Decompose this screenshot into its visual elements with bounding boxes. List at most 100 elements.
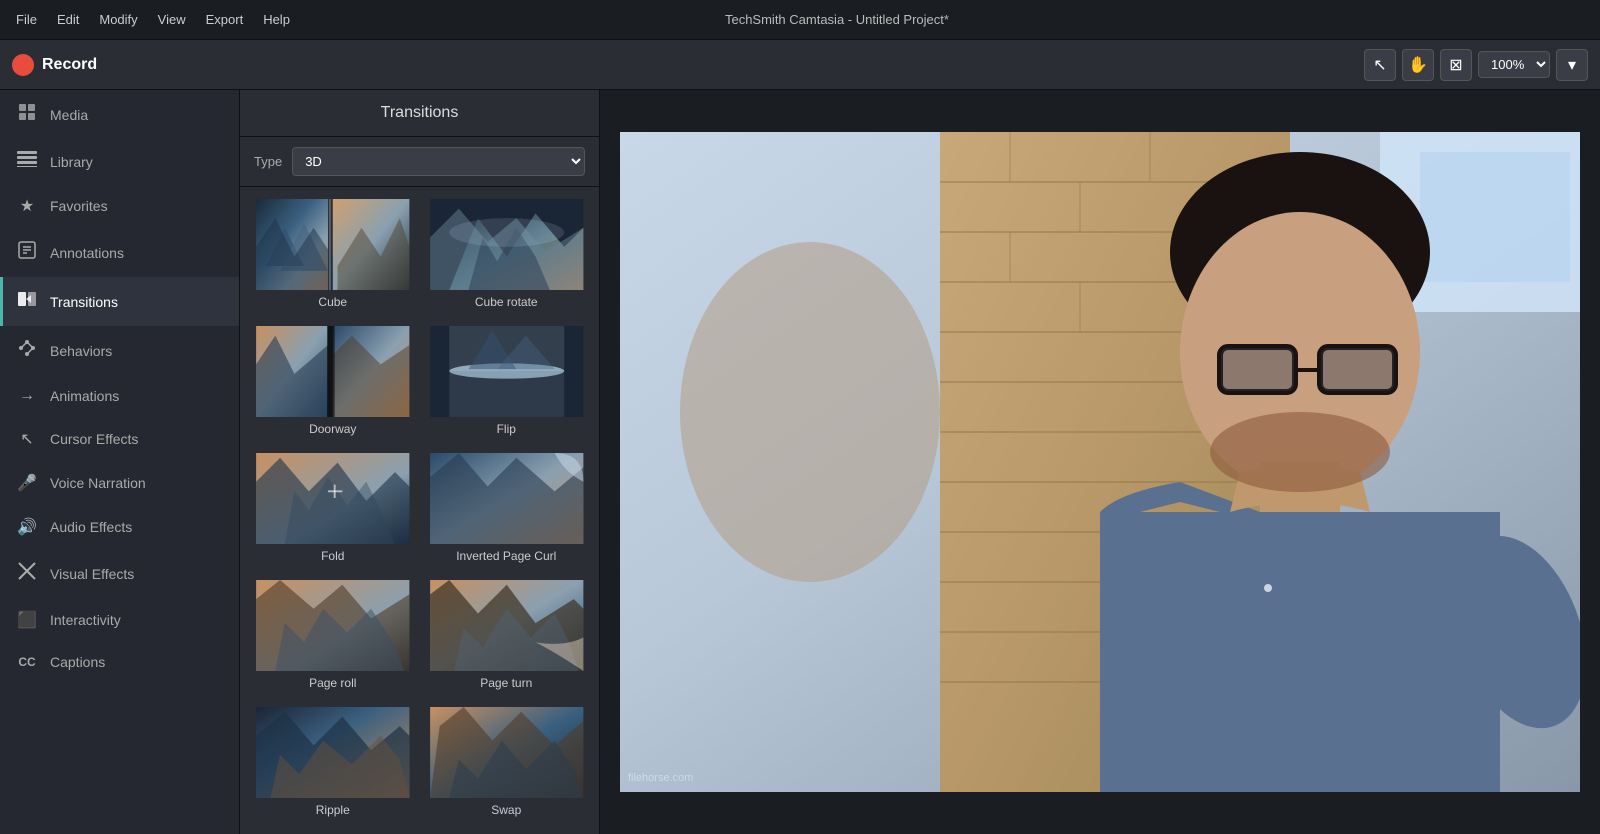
- transition-label-fold: Fold: [317, 544, 348, 568]
- sidebar-label-animations: Animations: [50, 388, 119, 404]
- sidebar-label-audio-effects: Audio Effects: [50, 519, 132, 535]
- sidebar-label-transitions: Transitions: [50, 294, 118, 310]
- transition-page-turn[interactable]: Page turn: [424, 578, 590, 697]
- cursor-effects-icon: ↖: [16, 429, 38, 449]
- transitions-grid: Cube: [240, 187, 599, 834]
- audio-effects-icon: 🔊: [16, 517, 38, 537]
- transition-label-inv-curl: Inverted Page Curl: [452, 544, 560, 568]
- crop-icon: ⊠: [1449, 55, 1462, 75]
- interactivity-icon: ⬛: [16, 610, 38, 630]
- sidebar-item-cursor-effects[interactable]: ↖ Cursor Effects: [0, 417, 239, 461]
- doorway-svg: [252, 326, 414, 417]
- transition-ripple[interactable]: Ripple: [250, 705, 416, 824]
- sidebar-item-behaviors[interactable]: Behaviors: [0, 326, 239, 375]
- transition-cube-rotate[interactable]: Cube rotate: [424, 197, 590, 316]
- chevron-down-icon: ▾: [1568, 55, 1576, 75]
- zoom-select[interactable]: 25% 50% 75% 100% 150% 200%: [1478, 51, 1550, 78]
- transition-fold[interactable]: Fold: [250, 451, 416, 570]
- watermark: filehorse.com: [628, 772, 693, 784]
- sidebar-label-cursor-effects: Cursor Effects: [50, 431, 138, 447]
- menu-help[interactable]: Help: [263, 12, 290, 27]
- sidebar-label-library: Library: [50, 154, 93, 170]
- transition-thumb-page-turn: [426, 580, 588, 671]
- left-sidebar: Media Library ★ Favorites: [0, 90, 240, 834]
- transition-label-page-roll: Page roll: [305, 671, 360, 695]
- transition-thumb-page-roll: [252, 580, 414, 671]
- menu-export[interactable]: Export: [206, 12, 244, 27]
- transition-thumb-cube-rotate: [426, 199, 588, 290]
- video-content: [620, 132, 1580, 792]
- captions-icon: CC: [16, 655, 38, 669]
- transition-thumb-flip: [426, 326, 588, 417]
- sidebar-label-media: Media: [50, 107, 88, 123]
- transition-thumb-swap: [426, 707, 588, 798]
- sidebar-item-favorites[interactable]: ★ Favorites: [0, 184, 239, 228]
- crop-tool-button[interactable]: ⊠: [1440, 49, 1472, 81]
- ripple-svg: [252, 707, 414, 798]
- menu-modify[interactable]: Modify: [99, 12, 137, 27]
- transitions-icon: [16, 289, 38, 314]
- transition-cube[interactable]: Cube: [250, 197, 416, 316]
- sidebar-item-animations[interactable]: → Animations: [0, 375, 239, 417]
- type-filter-select[interactable]: All 3D 2D: [292, 147, 585, 176]
- select-tool-button[interactable]: ↖: [1364, 49, 1396, 81]
- swap-svg: [426, 707, 588, 798]
- zoom-dropdown-button[interactable]: ▾: [1556, 49, 1588, 81]
- transition-thumb-cube: [252, 199, 414, 290]
- sidebar-label-behaviors: Behaviors: [50, 343, 112, 359]
- media-icon: [16, 102, 38, 127]
- hand-icon: ✋: [1408, 55, 1428, 75]
- transition-thumb-inv-curl: [426, 453, 588, 544]
- transition-swap[interactable]: Swap: [424, 705, 590, 824]
- cursor-icon: ↖: [1373, 55, 1386, 75]
- menu-bar: File Edit Modify View Export Help: [16, 12, 290, 27]
- visual-effects-icon: [16, 561, 38, 586]
- menu-file[interactable]: File: [16, 12, 37, 27]
- transition-doorway[interactable]: Doorway: [250, 324, 416, 443]
- sidebar-item-captions[interactable]: CC Captions: [0, 642, 239, 682]
- panel-title: Transitions: [240, 90, 599, 137]
- sidebar-item-annotations[interactable]: Annotations: [0, 228, 239, 277]
- menu-view[interactable]: View: [158, 12, 186, 27]
- canvas-area: filehorse.com: [600, 90, 1600, 834]
- page-turn-svg: [426, 580, 588, 671]
- flip-svg: [426, 326, 588, 417]
- sidebar-item-visual-effects[interactable]: Visual Effects: [0, 549, 239, 598]
- transition-thumb-ripple: [252, 707, 414, 798]
- record-label: Record: [42, 56, 97, 74]
- sidebar-item-voice-narration[interactable]: 🎤 Voice Narration: [0, 461, 239, 505]
- library-icon: [16, 151, 38, 172]
- toolbar: Record ↖ ✋ ⊠ 25% 50% 75% 100% 150% 200% …: [0, 40, 1600, 90]
- cube-rotate-svg: [426, 199, 588, 290]
- sidebar-item-transitions[interactable]: Transitions: [0, 277, 239, 326]
- sidebar-item-library[interactable]: Library: [0, 139, 239, 184]
- annotations-icon: [16, 240, 38, 265]
- behaviors-icon: [16, 338, 38, 363]
- transition-label-cube: Cube: [314, 290, 351, 314]
- video-frame: filehorse.com: [620, 132, 1580, 792]
- favorites-icon: ★: [16, 196, 38, 216]
- record-button[interactable]: Record: [12, 54, 97, 76]
- transition-thumb-fold: [252, 453, 414, 544]
- sidebar-label-favorites: Favorites: [50, 198, 108, 214]
- transition-page-roll[interactable]: Page roll: [250, 578, 416, 697]
- menu-edit[interactable]: Edit: [57, 12, 79, 27]
- cube-svg: [252, 199, 414, 290]
- panel-filter: Type All 3D 2D: [240, 137, 599, 187]
- transition-flip[interactable]: Flip: [424, 324, 590, 443]
- sidebar-label-voice-narration: Voice Narration: [50, 475, 146, 491]
- sidebar-item-media[interactable]: Media: [0, 90, 239, 139]
- transition-thumb-doorway: [252, 326, 414, 417]
- sidebar-item-audio-effects[interactable]: 🔊 Audio Effects: [0, 505, 239, 549]
- transition-inverted-page-curl[interactable]: Inverted Page Curl: [424, 451, 590, 570]
- animations-icon: →: [16, 387, 38, 405]
- hand-tool-button[interactable]: ✋: [1402, 49, 1434, 81]
- record-icon: [12, 54, 34, 76]
- transition-label-ripple: Ripple: [312, 798, 354, 822]
- window-title: TechSmith Camtasia - Untitled Project*: [725, 12, 949, 27]
- inv-curl-svg: [426, 453, 588, 544]
- titlebar: File Edit Modify View Export Help TechSm…: [0, 0, 1600, 40]
- sidebar-item-interactivity[interactable]: ⬛ Interactivity: [0, 598, 239, 642]
- transition-label-page-turn: Page turn: [476, 671, 536, 695]
- toolbar-right: ↖ ✋ ⊠ 25% 50% 75% 100% 150% 200% ▾: [1364, 49, 1588, 81]
